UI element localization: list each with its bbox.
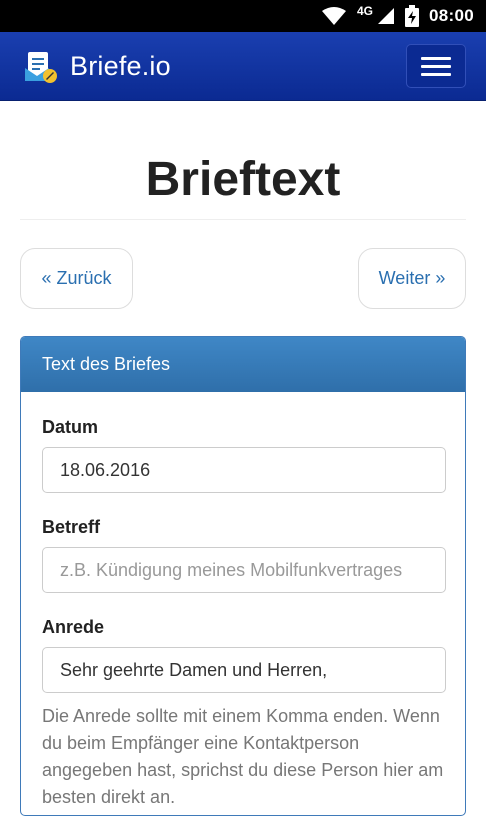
panel-heading: Text des Briefes (21, 337, 465, 392)
network-type-label: 4G (357, 4, 374, 18)
back-button[interactable]: « Zurück (20, 248, 133, 309)
anrede-help-text: Die Anrede sollte mit einem Komma enden.… (42, 706, 444, 807)
next-button[interactable]: Weiter » (358, 248, 466, 309)
wifi-icon (322, 7, 346, 25)
clock: 08:00 (429, 6, 474, 25)
title-divider (20, 219, 466, 220)
hamburger-bar (421, 64, 451, 68)
brand-name: Briefe.io (70, 51, 171, 81)
letter-text-panel: Text des Briefes Datum Betreff Anrede Di… (20, 336, 466, 816)
brand-link[interactable]: Briefe.io (24, 32, 171, 101)
datum-input[interactable] (42, 447, 446, 493)
betreff-input[interactable] (42, 547, 446, 593)
betreff-label: Betreff (42, 517, 101, 537)
datum-label: Datum (42, 417, 99, 437)
anrede-label: Anrede (42, 617, 105, 637)
page-title: Brieftext (145, 153, 341, 206)
hamburger-menu-button[interactable] (406, 44, 466, 88)
status-icons: 4G 08:00 (321, 0, 474, 32)
hamburger-bar (421, 72, 451, 76)
anrede-input[interactable] (42, 647, 446, 693)
cell-signal-icon (378, 8, 395, 24)
top-navbar: Briefe.io (0, 32, 486, 101)
letter-logo-icon (25, 51, 57, 83)
status-bar: 4G 08:00 (0, 0, 486, 32)
hamburger-bar (421, 56, 451, 60)
battery-charging-icon (405, 5, 420, 27)
